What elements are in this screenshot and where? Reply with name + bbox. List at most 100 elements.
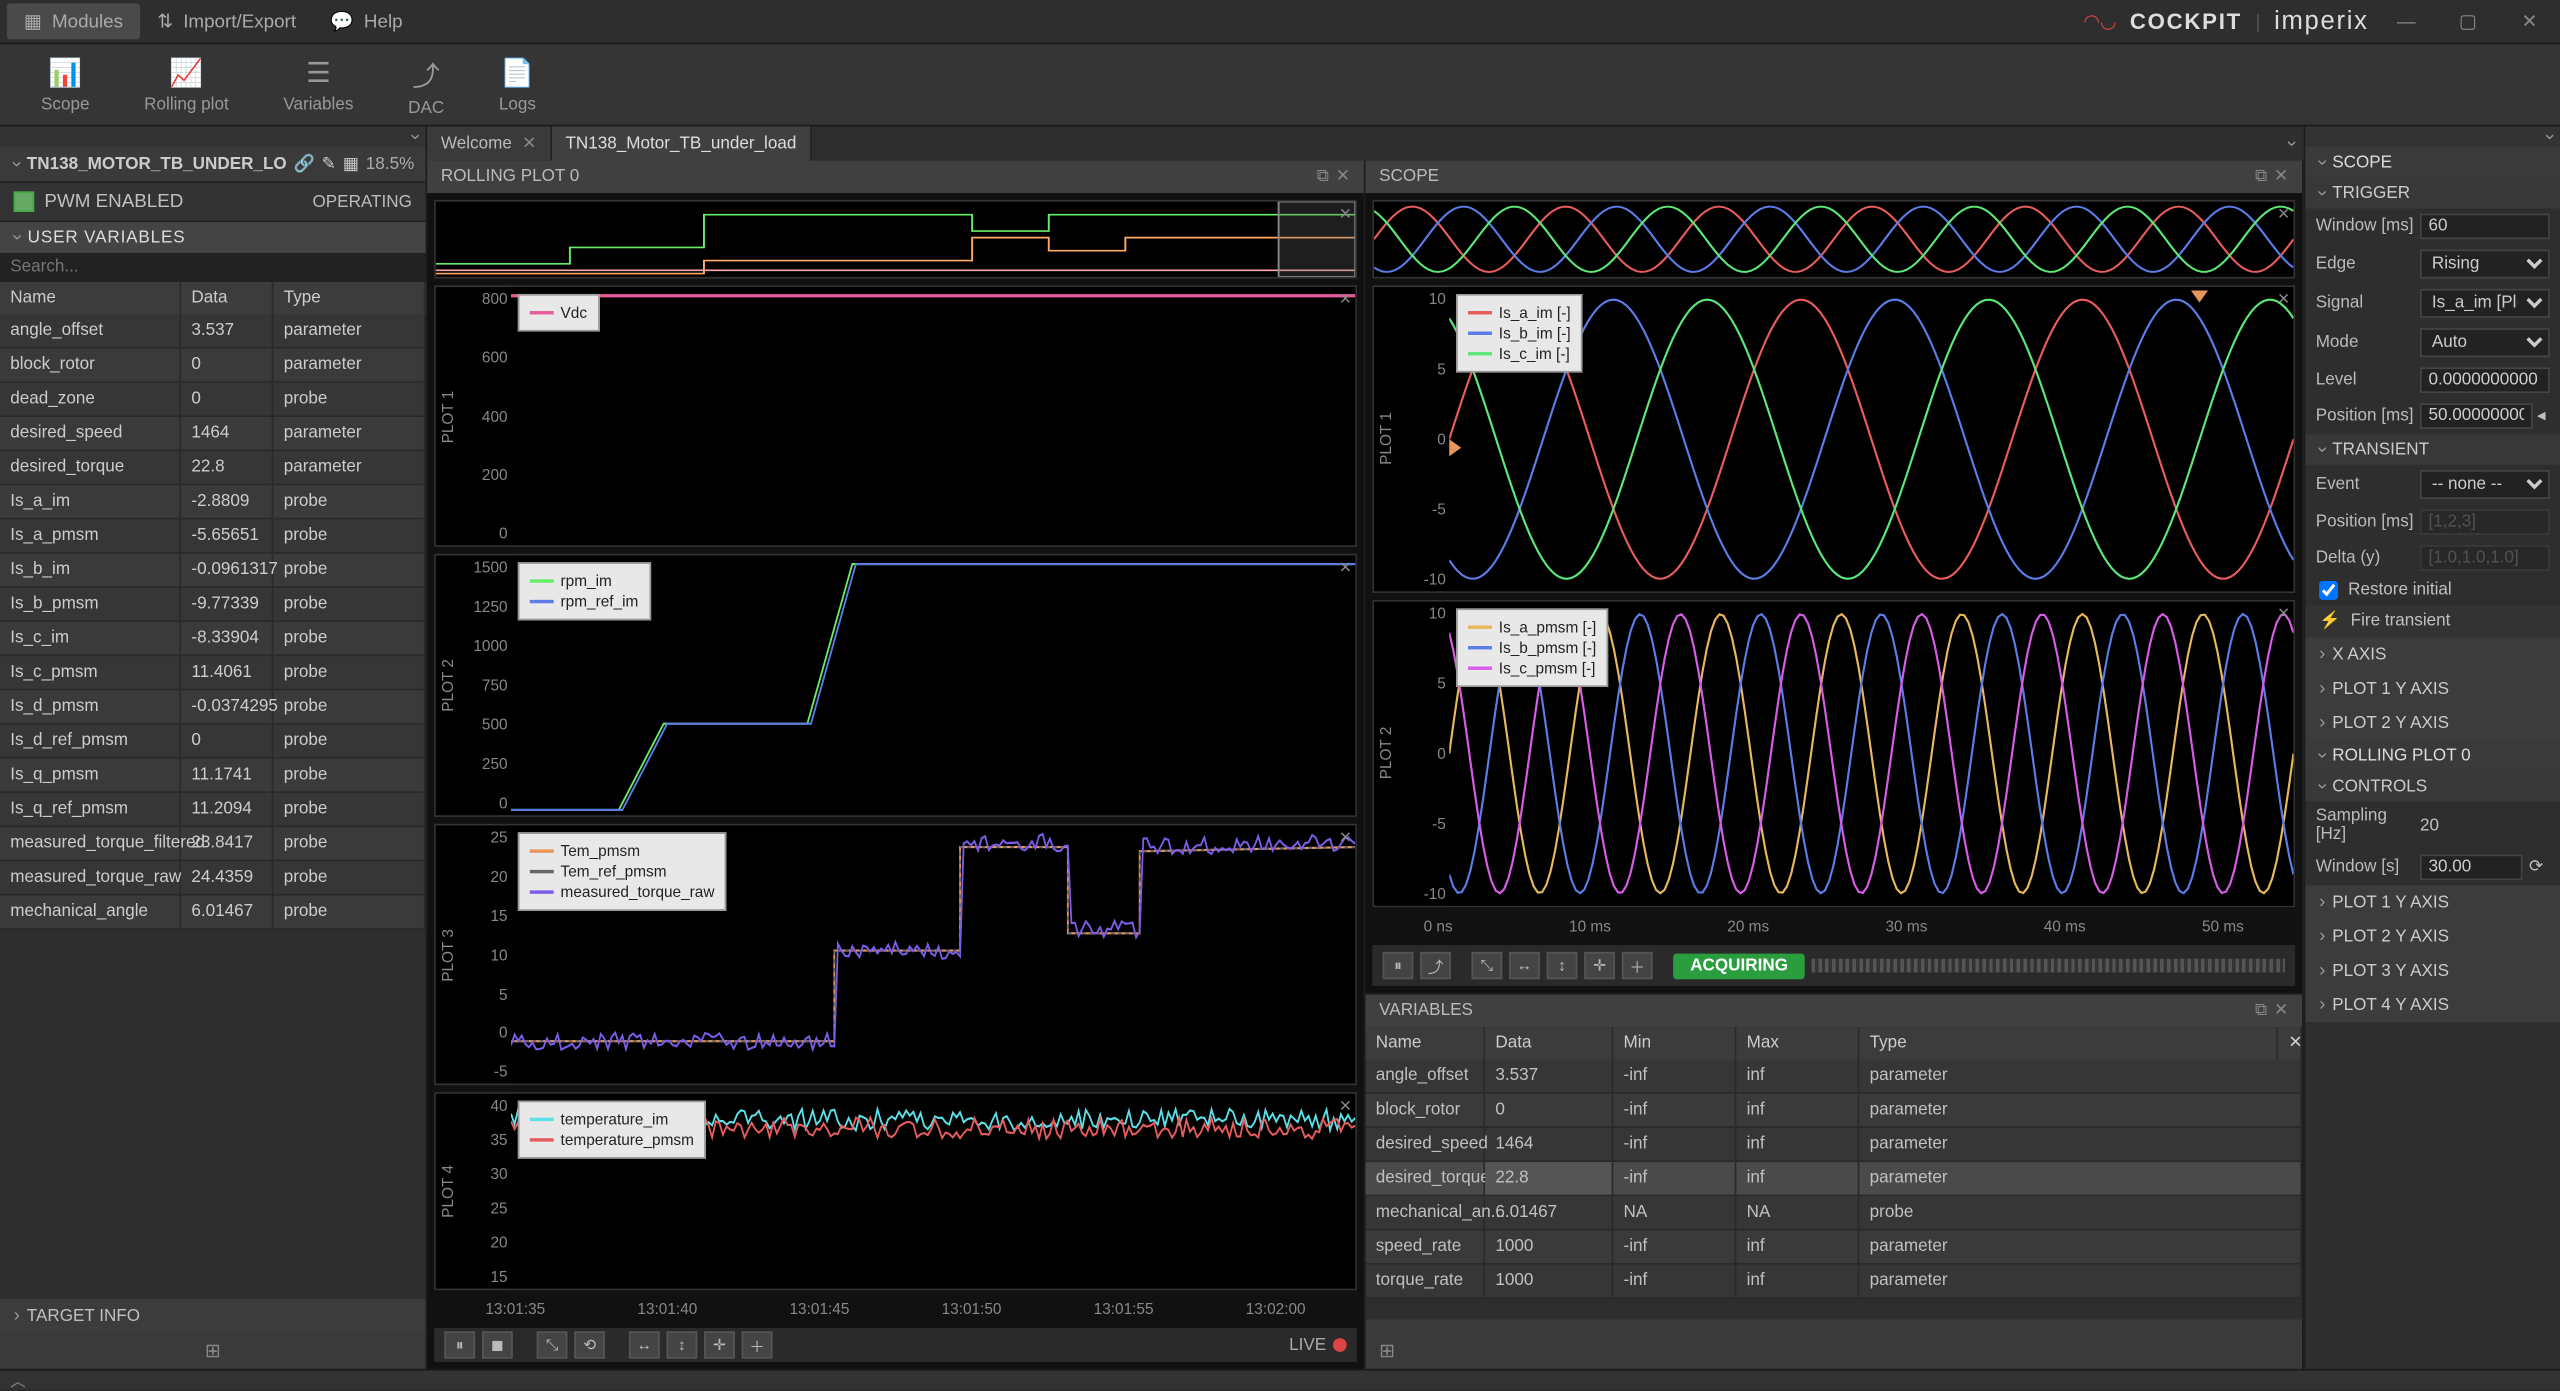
- add-variable-button[interactable]: ⊞: [1365, 1333, 2302, 1369]
- variables-table[interactable]: angle_offset3.537parameterblock_rotor0pa…: [0, 314, 426, 1298]
- modules-button[interactable]: ▦ Modules: [7, 3, 140, 39]
- scope-export-button[interactable]: ⤴: [1420, 952, 1451, 979]
- variables-panel-table[interactable]: angle_offset3.537-infinfparameterblock_r…: [1365, 1060, 2302, 1320]
- tab-overflow-button[interactable]: [2280, 126, 2304, 160]
- scope-cursor-button[interactable]: ✛: [1584, 952, 1615, 979]
- vp-col-name[interactable]: Name: [1365, 1027, 1485, 1059]
- table-row[interactable]: Is_q_ref_pmsm11.2094probe: [0, 793, 426, 827]
- props-trigger-header[interactable]: TRIGGER: [2305, 178, 2560, 209]
- table-row[interactable]: Is_b_pmsm-9.77339probe: [0, 588, 426, 622]
- scope-pause-button[interactable]: ⏸: [1383, 952, 1414, 979]
- table-row[interactable]: angle_offset3.537-infinfparameter: [1365, 1060, 2302, 1094]
- scope-vzoom-button[interactable]: ↕: [1547, 952, 1578, 979]
- table-row[interactable]: Is_c_pmsm11.4061probe: [0, 656, 426, 690]
- help-button[interactable]: 💬 Help: [313, 3, 420, 39]
- overview-close-icon[interactable]: ✕: [2277, 205, 2290, 224]
- props-rolling-header[interactable]: ROLLING PLOT 0: [2305, 740, 2560, 771]
- rp1y-header[interactable]: PLOT 1 Y AXIS: [2305, 885, 2560, 919]
- col-name-header[interactable]: Name: [0, 282, 181, 314]
- event-select[interactable]: -- none --: [2420, 470, 2550, 499]
- table-row[interactable]: measured_torque_filtered23.8417probe: [0, 827, 426, 861]
- plot-3-legend[interactable]: Tem_pmsm Tem_ref_pmsm measured_torque_ra…: [518, 832, 727, 911]
- plot-1-legend[interactable]: Vdc: [518, 294, 599, 332]
- close-icon[interactable]: ✕: [1336, 167, 1350, 186]
- brush-icon[interactable]: ✎: [322, 155, 336, 174]
- import-export-button[interactable]: ⇅ Import/Export: [140, 3, 313, 39]
- vzoom-button[interactable]: ↕: [667, 1331, 698, 1358]
- table-row[interactable]: measured_torque_raw24.4359probe: [0, 861, 426, 895]
- xaxis-header[interactable]: X AXIS: [2305, 637, 2560, 671]
- col-type-header[interactable]: Type: [273, 282, 425, 314]
- restore-checkbox[interactable]: [2319, 581, 2338, 600]
- scope-tool-button[interactable]: 📊Scope: [14, 44, 117, 124]
- table-row[interactable]: torque_rate1000-infinfparameter: [1365, 1265, 2302, 1299]
- rp3y-header[interactable]: PLOT 3 Y AXIS: [2305, 954, 2560, 988]
- rolling-plot-tool-button[interactable]: 📈Rolling plot: [117, 44, 256, 124]
- module-header[interactable]: TN138_MOTOR_TB_UNDER_LO 🔗 ✎ ▦ 18.5%: [0, 147, 426, 183]
- scope-add-plot-button[interactable]: ＋: [1622, 952, 1653, 979]
- fire-transient-button[interactable]: ⚡Fire transient: [2305, 605, 2560, 637]
- p2y-header[interactable]: PLOT 2 Y AXIS: [2305, 706, 2560, 740]
- table-row[interactable]: Is_d_ref_pmsm0probe: [0, 725, 426, 759]
- mode-select[interactable]: Auto: [2420, 328, 2550, 357]
- link-icon[interactable]: 🔗: [294, 155, 315, 174]
- rolling-plot-4[interactable]: PLOT 4 403530252015 temperature_im tempe…: [434, 1093, 1357, 1291]
- plot-2-legend[interactable]: rpm_im rpm_ref_im: [518, 563, 650, 621]
- user-variables-header[interactable]: USER VARIABLES: [0, 222, 426, 253]
- table-row[interactable]: block_rotor0parameter: [0, 349, 426, 383]
- window-ms-input[interactable]: [2420, 214, 2550, 240]
- tab-main[interactable]: TN138_Motor_TB_under_load: [552, 126, 812, 160]
- plot-4-legend[interactable]: temperature_im temperature_pmsm: [518, 1101, 706, 1159]
- popout-icon[interactable]: ⧉: [1317, 167, 1329, 186]
- stop-button[interactable]: ◼: [482, 1331, 513, 1358]
- table-row[interactable]: block_rotor0-infinfparameter: [1365, 1094, 2302, 1128]
- table-row[interactable]: dead_zone0probe: [0, 383, 426, 417]
- col-data-header[interactable]: Data: [181, 282, 273, 314]
- rp2y-header[interactable]: PLOT 2 Y AXIS: [2305, 919, 2560, 953]
- add-plot-button[interactable]: ＋: [742, 1331, 773, 1358]
- reset-button[interactable]: ⟲: [574, 1331, 605, 1358]
- pwm-checkbox[interactable]: [14, 191, 35, 212]
- close-icon[interactable]: ✕: [522, 134, 536, 153]
- table-row[interactable]: mechanical_an...6.01467NANAprobe: [1365, 1196, 2302, 1230]
- target-info-header[interactable]: TARGET INFO: [0, 1299, 426, 1333]
- plot-close-icon[interactable]: ✕: [1339, 829, 1352, 848]
- refresh-icon[interactable]: ⟳: [2522, 858, 2549, 877]
- t-pos-input[interactable]: [2420, 509, 2550, 535]
- tab-welcome[interactable]: Welcome✕: [427, 126, 552, 160]
- position-input[interactable]: [2420, 403, 2533, 429]
- cursor-button[interactable]: ✛: [704, 1331, 735, 1358]
- trigger-level-icon[interactable]: [1449, 439, 1461, 456]
- props-collapse-button[interactable]: [2305, 126, 2560, 147]
- delta-input[interactable]: [2420, 545, 2550, 571]
- props-scope-header[interactable]: SCOPE: [2305, 147, 2560, 178]
- table-row[interactable]: Is_a_pmsm-5.65651probe: [0, 520, 426, 554]
- table-row[interactable]: desired_speed1464-infinfparameter: [1365, 1128, 2302, 1162]
- dac-tool-button[interactable]: ⤴DAC: [381, 44, 472, 124]
- search-input[interactable]: [0, 253, 426, 282]
- close-icon[interactable]: ✕: [2274, 1001, 2288, 1020]
- table-row[interactable]: Is_b_im-0.0961317probe: [0, 554, 426, 588]
- scope-zoom-out-button[interactable]: ⤡: [1471, 952, 1502, 979]
- footer-expand-icon[interactable]: ︿: [10, 1369, 25, 1391]
- maximize-button[interactable]: ▢: [2444, 1, 2492, 42]
- level-input[interactable]: [2420, 367, 2550, 393]
- rolling-overview[interactable]: ✕: [434, 200, 1357, 279]
- trigger-marker-icon[interactable]: [2191, 291, 2208, 303]
- table-row[interactable]: desired_torque22.8-infinfparameter: [1365, 1162, 2302, 1196]
- table-row[interactable]: Is_c_im-8.33904probe: [0, 622, 426, 656]
- vp-col-close[interactable]: ✕: [2278, 1027, 2302, 1059]
- edge-select[interactable]: Rising: [2420, 250, 2550, 279]
- minimize-button[interactable]: —: [2382, 1, 2430, 42]
- scope-plot-1[interactable]: PLOT 1 1050-5-10 Is_a_im [-]Is_b_im [-]I…: [1372, 285, 2295, 593]
- close-button[interactable]: ✕: [2505, 1, 2553, 42]
- plot-close-icon[interactable]: ✕: [1339, 291, 1352, 310]
- chip-icon[interactable]: ▦: [343, 155, 359, 174]
- scope-plot-2[interactable]: PLOT 2 1050-5-10 Is_a_pmsm [-]Is_b_pmsm …: [1372, 600, 2295, 908]
- scope-plot-1-legend[interactable]: Is_a_im [-]Is_b_im [-]Is_c_im [-]: [1456, 294, 1582, 373]
- popout-icon[interactable]: ⧉: [2255, 167, 2267, 186]
- vp-col-min[interactable]: Min: [1613, 1027, 1736, 1059]
- props-controls-header[interactable]: CONTROLS: [2305, 771, 2560, 802]
- logs-tool-button[interactable]: 📄Logs: [472, 44, 564, 124]
- scope-overview[interactable]: ✕: [1372, 200, 2295, 279]
